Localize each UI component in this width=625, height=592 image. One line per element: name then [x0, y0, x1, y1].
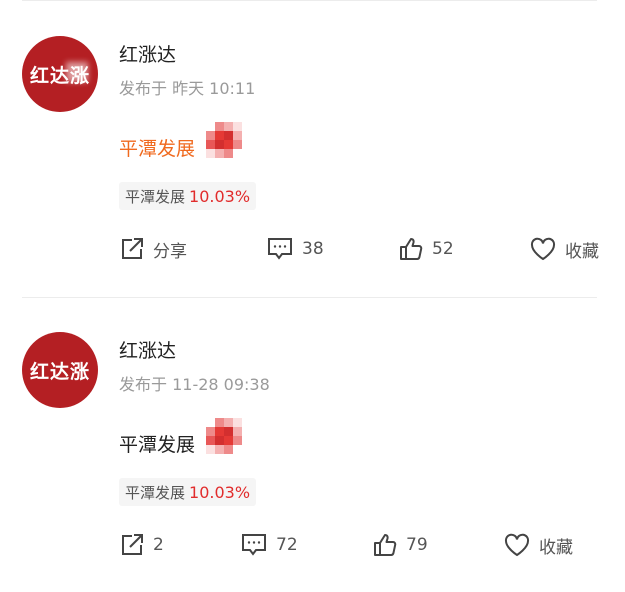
stock-name: 平潭发展 — [125, 187, 186, 206]
author-name[interactable]: 红涨达 — [119, 40, 176, 67]
favorite-icon — [529, 236, 557, 262]
favorite-button[interactable]: 收藏 — [529, 232, 599, 266]
share-button[interactable]: 2 — [119, 528, 164, 562]
like-button[interactable]: 52 — [398, 232, 454, 266]
stock-tag[interactable]: 平潭发展 10.03% — [119, 182, 257, 210]
share-button[interactable]: 分享 — [119, 232, 187, 266]
avatar[interactable]: 红达涨 — [22, 36, 98, 112]
like-count: 52 — [432, 239, 454, 259]
censored-emoji-icon — [206, 122, 242, 158]
post-title[interactable]: 平潭发展 — [119, 430, 195, 457]
like-count: 79 — [406, 535, 428, 555]
like-icon — [398, 236, 424, 262]
share-icon — [119, 532, 145, 558]
favorite-label: 收藏 — [539, 537, 573, 558]
post-card: 红达涨 红涨达 发布于 昨天 10:11 平潭发展 平潭发展 10.03% 分享… — [0, 0, 625, 296]
favorite-icon — [503, 532, 531, 558]
author-name[interactable]: 红涨达 — [119, 336, 176, 363]
censored-emoji-icon — [206, 418, 242, 454]
comment-icon — [240, 532, 268, 558]
comment-icon — [266, 236, 294, 262]
avatar[interactable]: 红达涨 — [22, 332, 98, 408]
post-card: 红达涨 红涨达 发布于 11-28 09:38 平潭发展 平潭发展 10.03%… — [0, 296, 625, 592]
share-label: 分享 — [153, 241, 187, 262]
favorite-label: 收藏 — [565, 241, 599, 262]
stock-tag[interactable]: 平潭发展 10.03% — [119, 478, 257, 506]
share-icon — [119, 236, 145, 262]
stock-name: 平潭发展 — [125, 483, 186, 502]
like-button[interactable]: 79 — [372, 528, 428, 562]
stock-change: 10.03% — [189, 482, 251, 502]
post-title[interactable]: 平潭发展 — [119, 134, 195, 161]
share-count: 2 — [153, 535, 164, 555]
comment-count: 72 — [276, 535, 298, 555]
post-meta: 发布于 11-28 09:38 — [119, 375, 270, 394]
post-meta: 发布于 昨天 10:11 — [119, 79, 256, 98]
comment-button[interactable]: 72 — [240, 528, 298, 562]
favorite-button[interactable]: 收藏 — [503, 528, 573, 562]
avatar-text: 红达涨 — [29, 360, 90, 383]
comment-count: 38 — [302, 239, 324, 259]
stock-change: 10.03% — [189, 186, 251, 206]
comment-button[interactable]: 38 — [266, 232, 324, 266]
like-icon — [372, 532, 398, 558]
